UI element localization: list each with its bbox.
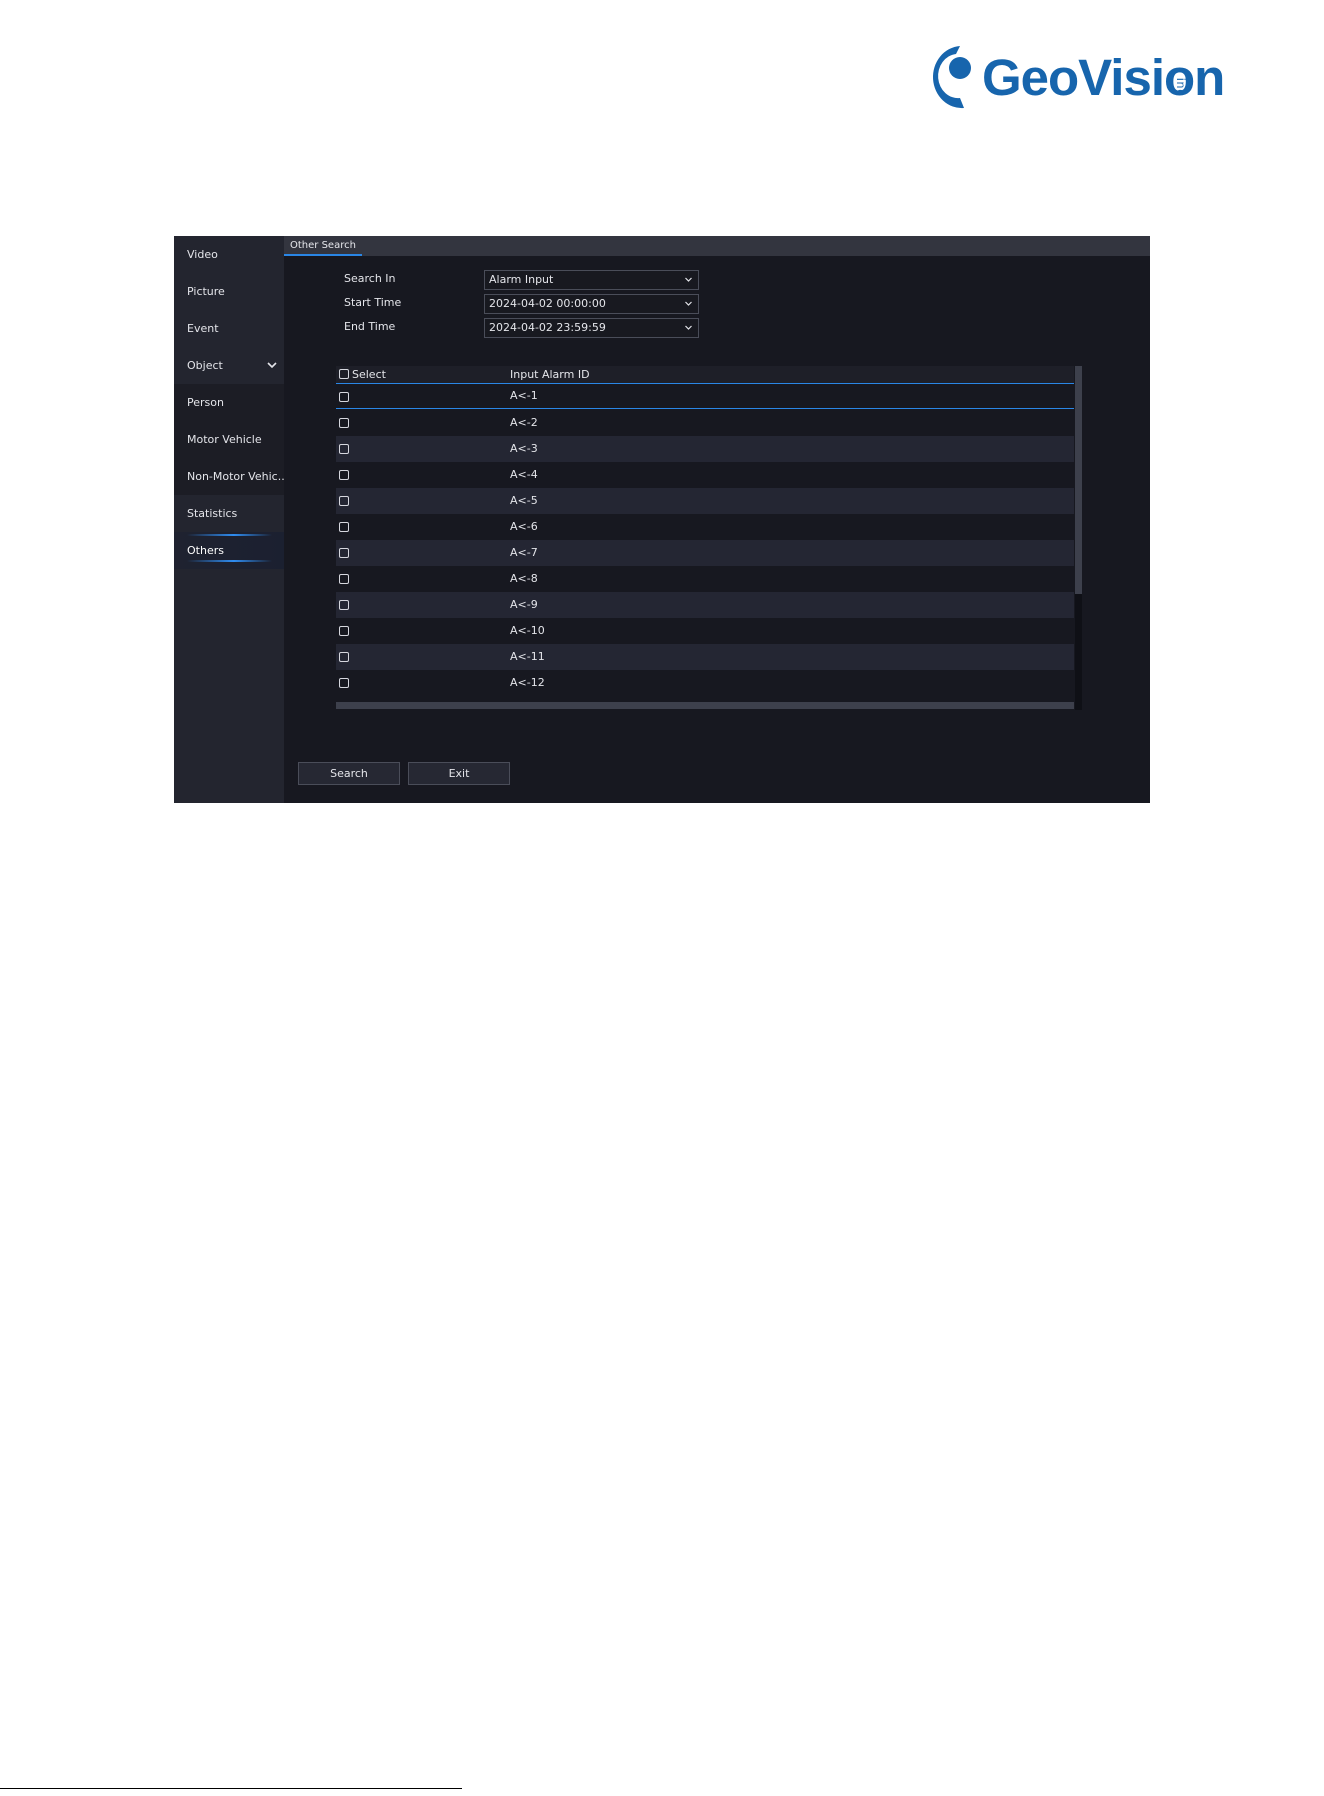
table-row[interactable]: A<-6 bbox=[336, 514, 1074, 540]
vertical-scrollbar[interactable] bbox=[1075, 366, 1082, 710]
active-indicator-bottom bbox=[187, 560, 272, 562]
logo-mark-icon bbox=[932, 46, 971, 109]
sidebar-item-label: Others bbox=[187, 544, 224, 557]
chevron-down-icon bbox=[685, 325, 692, 330]
input-alarm-id-cell: A<-8 bbox=[510, 572, 538, 585]
row-checkbox[interactable] bbox=[339, 522, 349, 532]
table-row[interactable]: A<-9 bbox=[336, 592, 1074, 618]
exit-button[interactable]: Exit bbox=[408, 762, 510, 785]
alarm-input-table: Select Input Alarm ID A<-1 A<-2 A<-3 A<-… bbox=[336, 366, 1074, 710]
footer-rule bbox=[0, 1788, 462, 1789]
input-alarm-id-cell: A<-5 bbox=[510, 494, 538, 507]
input-alarm-id-cell: A<-12 bbox=[510, 676, 545, 689]
row-checkbox[interactable] bbox=[339, 652, 349, 662]
sidebar-item-label: Statistics bbox=[187, 507, 238, 520]
sidebar-item-label: Video bbox=[187, 248, 218, 261]
row-checkbox[interactable] bbox=[339, 574, 349, 584]
sidebar-item-motor-vehicle[interactable]: Motor Vehicle bbox=[174, 421, 284, 458]
input-alarm-id-cell: A<-2 bbox=[510, 416, 538, 429]
chevron-down-icon bbox=[267, 362, 277, 369]
input-alarm-id-cell: A<-6 bbox=[510, 520, 538, 533]
active-indicator-top bbox=[187, 534, 272, 536]
input-alarm-id-cell: A<-11 bbox=[510, 650, 545, 663]
table-row[interactable]: A<-5 bbox=[336, 488, 1074, 514]
sidebar-item-event[interactable]: Event bbox=[174, 310, 284, 347]
tab-bar: Other Search bbox=[284, 236, 1150, 256]
row-checkbox[interactable] bbox=[339, 418, 349, 428]
input-alarm-id-cell: A<-1 bbox=[510, 389, 538, 402]
input-alarm-id-cell: A<-3 bbox=[510, 442, 538, 455]
horizontal-scrollbar[interactable] bbox=[336, 702, 1074, 709]
table-row[interactable]: A<-11 bbox=[336, 644, 1074, 670]
select-all-checkbox[interactable] bbox=[339, 369, 349, 379]
table-row[interactable]: A<-2 bbox=[336, 410, 1074, 436]
sidebar-item-label: Non-Motor Vehic.. bbox=[187, 470, 284, 483]
sidebar-item-others[interactable]: Others bbox=[174, 532, 284, 569]
row-checkbox[interactable] bbox=[339, 626, 349, 636]
table-row[interactable]: A<-1 bbox=[336, 383, 1074, 409]
main-panel: Other Search Search In Alarm Input Start… bbox=[284, 236, 1150, 803]
logo-suffix: inc bbox=[1174, 78, 1188, 97]
input-alarm-id-cell: A<-7 bbox=[510, 546, 538, 559]
table-row[interactable]: A<-7 bbox=[336, 540, 1074, 566]
row-checkbox[interactable] bbox=[339, 678, 349, 688]
sidebar-item-label: Event bbox=[187, 322, 219, 335]
input-alarm-id-cell: A<-10 bbox=[510, 624, 545, 637]
column-header-select: Select bbox=[352, 368, 386, 381]
row-checkbox[interactable] bbox=[339, 548, 349, 558]
tab-other-search[interactable]: Other Search bbox=[284, 236, 362, 256]
table-row[interactable]: A<-8 bbox=[336, 566, 1074, 592]
sidebar-item-person[interactable]: Person bbox=[174, 384, 284, 421]
search-window: Video Picture Event Object Person Motor … bbox=[174, 236, 1150, 803]
start-time-label: Start Time bbox=[344, 296, 402, 309]
chevron-down-icon bbox=[685, 277, 692, 282]
table-row[interactable]: A<-4 bbox=[336, 462, 1074, 488]
geovision-logo: GeoVision inc bbox=[920, 36, 1225, 116]
end-time-select[interactable]: 2024-04-02 23:59:59 bbox=[484, 318, 699, 338]
row-checkbox[interactable] bbox=[339, 470, 349, 480]
row-checkbox[interactable] bbox=[339, 392, 349, 402]
column-header-input-alarm-id: Input Alarm ID bbox=[510, 368, 590, 381]
sidebar-item-picture[interactable]: Picture bbox=[174, 273, 284, 310]
start-time-value: 2024-04-02 00:00:00 bbox=[489, 297, 606, 310]
table-row[interactable]: A<-3 bbox=[336, 436, 1074, 462]
search-in-label: Search In bbox=[344, 272, 396, 285]
end-time-label: End Time bbox=[344, 320, 396, 333]
search-in-value: Alarm Input bbox=[489, 273, 554, 286]
sidebar-item-non-motor-vehicle[interactable]: Non-Motor Vehic.. bbox=[174, 458, 284, 495]
sidebar-item-label: Picture bbox=[187, 285, 225, 298]
row-checkbox[interactable] bbox=[339, 444, 349, 454]
chevron-down-icon bbox=[685, 301, 692, 306]
sidebar-item-label: Motor Vehicle bbox=[187, 433, 262, 446]
sidebar-item-video[interactable]: Video bbox=[174, 236, 284, 273]
search-button[interactable]: Search bbox=[298, 762, 400, 785]
search-in-select[interactable]: Alarm Input bbox=[484, 270, 699, 290]
sidebar-item-label: Person bbox=[187, 396, 224, 409]
sidebar-item-label: Object bbox=[187, 359, 223, 372]
start-time-select[interactable]: 2024-04-02 00:00:00 bbox=[484, 294, 699, 314]
input-alarm-id-cell: A<-4 bbox=[510, 468, 538, 481]
end-time-value: 2024-04-02 23:59:59 bbox=[489, 321, 606, 334]
sidebar-item-statistics[interactable]: Statistics bbox=[174, 495, 284, 532]
input-alarm-id-cell: A<-9 bbox=[510, 598, 538, 611]
table-row[interactable]: A<-12 bbox=[336, 670, 1074, 696]
row-checkbox[interactable] bbox=[339, 496, 349, 506]
table-row[interactable]: A<-10 bbox=[336, 618, 1074, 644]
vertical-scrollbar-thumb[interactable] bbox=[1075, 366, 1082, 594]
row-checkbox[interactable] bbox=[339, 600, 349, 610]
sidebar: Video Picture Event Object Person Motor … bbox=[174, 236, 284, 803]
sidebar-item-object[interactable]: Object bbox=[174, 347, 284, 384]
table-header: Select Input Alarm ID bbox=[336, 366, 1074, 383]
